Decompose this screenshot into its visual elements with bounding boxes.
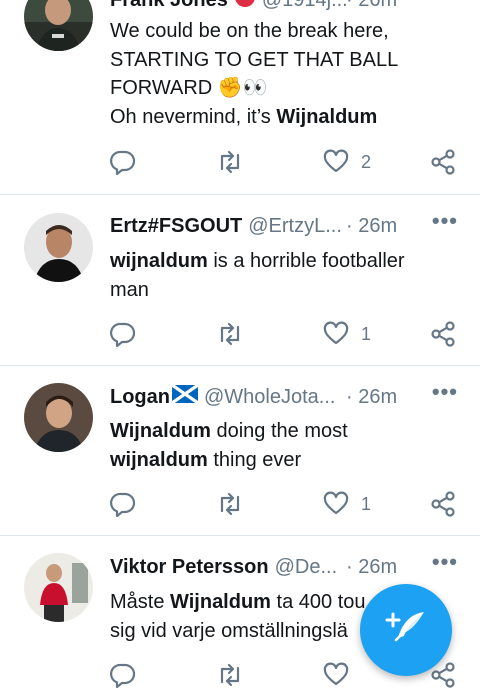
tweet-actions: 1 (110, 489, 462, 519)
text-run: Oh nevermind, it’s (110, 105, 277, 128)
retweet-button[interactable] (216, 319, 244, 349)
reply-button[interactable] (110, 319, 136, 349)
bold-keyword: wijnaldum (110, 250, 208, 272)
reply-icon (110, 321, 136, 347)
like-button[interactable] (323, 660, 361, 690)
avatar[interactable] (24, 213, 93, 282)
more-options-icon[interactable]: ••• (432, 0, 458, 8)
like-count: 1 (361, 323, 372, 344)
heart-icon (323, 149, 349, 175)
tweet-text-line: STARTING TO GET THAT BALL (110, 46, 466, 75)
text-run: man (110, 278, 149, 301)
emoji: ✊👀 (217, 77, 268, 99)
avatar[interactable] (24, 383, 93, 452)
tweet[interactable]: Frank Jones @1914j... · 26m ••• We could… (0, 0, 480, 192)
display-name[interactable]: Frank Jones (110, 0, 228, 12)
tweet-header: Ertz#FSGOUT @ErtzyL... · 26m ••• (110, 208, 458, 240)
user-handle[interactable]: @ErtzyL... (248, 215, 342, 238)
retweet-button[interactable] (216, 147, 244, 177)
red-circle-emoji (234, 0, 256, 14)
display-name[interactable]: Viktor Petersson (110, 556, 269, 579)
tweet-text-line: FORWARD ✊👀 (110, 74, 466, 103)
share-button[interactable] (430, 319, 456, 349)
tweet-header: Logan @WholeJota... · 26m ••• (110, 379, 458, 411)
heart-icon (323, 662, 349, 688)
share-icon (430, 149, 456, 175)
more-options-icon[interactable]: ••• (432, 208, 458, 234)
tweet-header: Frank Jones @1914j... · 26m ••• (110, 0, 458, 14)
heart-icon (323, 491, 349, 517)
retweet-button[interactable] (216, 489, 244, 519)
tweet-text-line: wijnaldum is a horrible footballer (110, 247, 466, 276)
text-run: Måste (110, 591, 171, 613)
tweet-text: Wijnaldum doing the most wijnaldum thing … (110, 417, 466, 474)
tweet-header: Viktor Petersson @De... · 26m ••• (110, 549, 458, 581)
heart-icon (323, 321, 349, 347)
user-handle[interactable]: @1914j... (262, 0, 348, 12)
retweet-icon (216, 491, 244, 517)
avatar[interactable] (24, 553, 93, 622)
text-run: thing ever (207, 448, 302, 471)
user-handle[interactable]: @De... (275, 556, 338, 579)
share-icon (430, 491, 456, 517)
tweet-text: We could be on the break here, STARTING T… (110, 17, 466, 131)
reply-button[interactable] (110, 147, 136, 177)
reply-icon (110, 149, 136, 175)
compose-tweet-button[interactable] (360, 584, 452, 676)
tweet-text-line: We could be on the break here, (110, 17, 466, 46)
tweet-text-line: wijnaldum thing ever (110, 446, 466, 475)
tweet-time[interactable]: · 26m (346, 215, 397, 238)
tweet[interactable]: Logan @WholeJota... · 26m ••• Wijnaldum … (0, 366, 480, 536)
compose-tweet-icon (385, 612, 424, 642)
tweet[interactable]: Ertz#FSGOUT @ErtzyL... · 26m ••• wijnald… (0, 195, 480, 365)
reply-icon (110, 662, 136, 688)
like-button[interactable]: 1 (323, 489, 371, 519)
text-run: sig vid varje omställningslä (110, 619, 348, 642)
text-run: We could be on the break here, (110, 20, 389, 42)
reply-icon (110, 491, 136, 517)
retweet-button[interactable] (216, 660, 244, 690)
text-run: is a horrible footballer (207, 250, 405, 272)
retweet-icon (216, 321, 244, 347)
text-run: ta 400 tou (270, 591, 366, 613)
tweet-actions: 1 (110, 319, 462, 349)
bold-keyword: Wijnaldum (170, 591, 271, 613)
user-handle[interactable]: @WholeJota... (204, 386, 335, 409)
scotland-flag-emoji (171, 383, 199, 409)
share-icon (430, 321, 456, 347)
tweet-text-line: Oh nevermind, it’s Wijnaldum (110, 103, 466, 132)
tweet-time[interactable]: · 26m (346, 556, 397, 579)
text-run: STARTING TO GET THAT BALL (110, 48, 399, 71)
bold-keyword: wijnaldum (110, 448, 208, 471)
more-options-icon[interactable]: ••• (432, 549, 458, 575)
bold-keyword: Wijnaldum (110, 420, 211, 442)
more-options-icon[interactable]: ••• (432, 379, 458, 405)
bold-keyword: Wijnaldum (276, 105, 378, 128)
tweet-text: wijnaldum is a horrible footballer man (110, 247, 466, 304)
display-name[interactable]: Logan (110, 386, 170, 409)
tweet-time[interactable]: · 26m (346, 386, 397, 409)
tweet-actions: 2 (110, 147, 462, 177)
text-run: doing the most (210, 420, 348, 442)
tweet-time[interactable]: · 26m (346, 0, 397, 12)
retweet-icon (216, 662, 244, 688)
like-button[interactable]: 2 (323, 147, 371, 177)
like-count: 2 (361, 151, 372, 172)
avatar[interactable] (24, 0, 93, 51)
like-count: 1 (361, 493, 372, 514)
share-button[interactable] (430, 489, 456, 519)
text-run: FORWARD (110, 77, 218, 99)
retweet-icon (216, 149, 244, 175)
share-button[interactable] (430, 147, 456, 177)
reply-button[interactable] (110, 660, 136, 690)
tweet-text-line: man (110, 276, 466, 305)
like-button[interactable]: 1 (323, 319, 371, 349)
tweet-text-line: Wijnaldum doing the most (110, 417, 466, 446)
reply-button[interactable] (110, 489, 136, 519)
display-name[interactable]: Ertz#FSGOUT (110, 215, 242, 238)
